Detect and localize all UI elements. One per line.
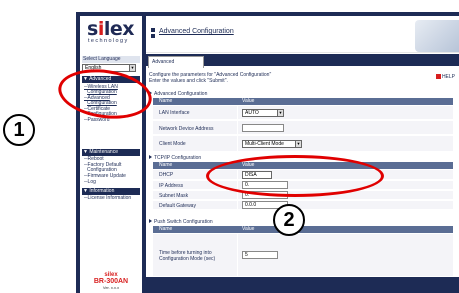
menu-heading-maintenance[interactable]: ▼ Maintenance: [82, 149, 140, 156]
page-title: Advanced Configuration: [159, 28, 234, 35]
instructions-text: Configure the parameters for "Advanced C…: [149, 72, 272, 84]
router-config-window: silex technology Select Language English…: [76, 12, 459, 293]
language-select[interactable]: English ▼: [82, 64, 136, 72]
menu-heading-information[interactable]: ▼ Information: [82, 188, 140, 195]
question-circle-icon: [435, 74, 441, 79]
table-row-client-mode: Client Mode Multi-Client Mode ▼: [153, 136, 453, 152]
help-link[interactable]: HELP: [435, 74, 455, 80]
chevron-down-icon[interactable]: ▼: [277, 110, 283, 116]
dhcp-select[interactable]: DISA: [242, 171, 272, 179]
chevron-down-icon[interactable]: ▼: [295, 141, 301, 147]
title-bar: Advanced Configuration: [146, 16, 459, 53]
triangle-bullet-icon: [149, 219, 152, 223]
table-row-subnet-mask: Subnet Mask 0.: [153, 191, 453, 200]
footer-strip: [146, 277, 459, 293]
ip-address-field[interactable]: 0.: [242, 181, 288, 189]
section-title-tcpip: TCP/IP Configuration: [149, 155, 201, 161]
menu-heading-advanced[interactable]: ▼ Advanced Configuration: [82, 76, 140, 89]
sidebar-item-password[interactable]: ─Password: [84, 117, 140, 124]
section-title-push-switch: Push Switch Configuration: [149, 219, 213, 225]
table-header: Name Value: [153, 98, 453, 105]
subnet-mask-field[interactable]: 0.: [242, 191, 288, 199]
table-row-dhcp: DHCP DISA: [153, 170, 453, 180]
lan-interface-select[interactable]: AUTO ▼: [242, 109, 284, 117]
sidebar-item-license[interactable]: ─License Information: [84, 195, 140, 202]
table-row-ip-address: IP Address 0.: [153, 181, 453, 190]
sidebar-item-log[interactable]: ─Log: [84, 179, 140, 186]
tab-advanced-configuration[interactable]: Advanced Configuration: [148, 56, 204, 76]
silex-logo: silex technology: [84, 18, 138, 46]
device-brand: silex BR-300AN Ver. x.x.x: [93, 272, 129, 290]
chevron-down-icon[interactable]: ▼: [129, 65, 135, 71]
title-bullet-icon: [151, 28, 155, 32]
main-panel: Advanced Configuration Advanced Configur…: [146, 16, 459, 277]
sidebar: silex technology Select Language English…: [80, 16, 142, 293]
section-title-advanced: Advanced Configuration: [149, 91, 207, 97]
annotation-circle-2: 2: [273, 204, 305, 236]
table-row-default-gateway: Default Gateway 0.0.0: [153, 201, 453, 210]
language-heading: Select Language: [82, 56, 140, 63]
table-row-network-device-address: Network Device Address: [153, 121, 453, 135]
annotation-circle-1: 1: [3, 114, 35, 146]
triangle-bullet-icon: [149, 155, 152, 159]
header-graphic: [415, 20, 459, 52]
push-time-field[interactable]: 5: [242, 251, 278, 259]
table-row-push-time: Time before turning into Configuration M…: [153, 234, 453, 277]
content-area: Configure the parameters for "Advanced C…: [146, 68, 459, 277]
title-bullet-icon: [151, 34, 155, 38]
network-device-address-field[interactable]: [242, 124, 284, 132]
client-mode-select[interactable]: Multi-Client Mode ▼: [242, 140, 302, 148]
triangle-bullet-icon: [149, 91, 152, 95]
table-row-lan-interface: LAN Interface AUTO ▼: [153, 106, 453, 120]
table-header: Name Value: [153, 162, 453, 169]
